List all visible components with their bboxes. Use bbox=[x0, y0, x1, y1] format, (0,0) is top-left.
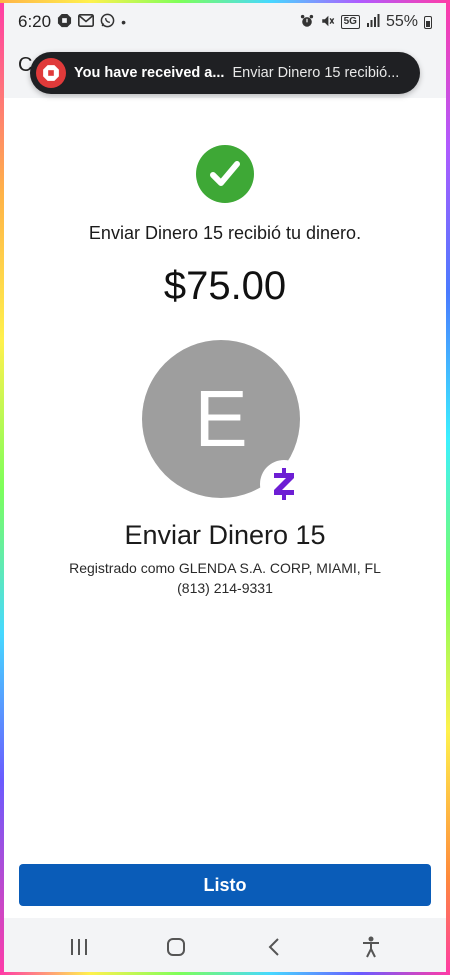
status-right: 5G 55% bbox=[300, 13, 432, 31]
alarm-icon bbox=[300, 14, 314, 31]
battery-icon bbox=[424, 15, 432, 29]
notification-toast[interactable]: You have received a... Enviar Dinero 15 … bbox=[30, 52, 420, 94]
edge-lighting-top bbox=[0, 0, 450, 3]
status-left: 6:20 • bbox=[18, 12, 126, 32]
chase-octagon-icon bbox=[36, 58, 66, 88]
edge-lighting-left bbox=[0, 0, 4, 975]
back-icon[interactable] bbox=[254, 927, 294, 967]
done-button[interactable]: Listo bbox=[19, 864, 431, 906]
registered-as: Registrado como GLENDA S.A. CORP, MIAMI,… bbox=[69, 560, 381, 576]
confirmation-message: Enviar Dinero 15 recibió tu dinero. bbox=[88, 223, 362, 243]
network-5g-icon: 5G bbox=[340, 15, 360, 29]
whatsapp-icon bbox=[100, 13, 115, 31]
dot-icon: • bbox=[121, 14, 126, 30]
signal-icon bbox=[366, 14, 380, 30]
status-bar: 6:20 • 5G 55% bbox=[0, 0, 450, 44]
navigation-bar bbox=[0, 918, 450, 975]
recipient-name: Enviar Dinero 15 bbox=[124, 520, 326, 550]
recents-icon[interactable] bbox=[59, 927, 99, 967]
status-time: 6:20 bbox=[18, 12, 52, 31]
home-icon[interactable] bbox=[156, 927, 196, 967]
avatar-initial: E bbox=[194, 374, 248, 463]
accessibility-icon[interactable] bbox=[351, 927, 391, 967]
gmail-icon bbox=[78, 14, 95, 30]
payment-amount: $75.00 bbox=[163, 264, 287, 308]
success-check-icon bbox=[196, 145, 254, 203]
mute-icon bbox=[320, 14, 335, 31]
battery-percent: 55% bbox=[385, 13, 418, 30]
chase-status-icon bbox=[57, 13, 72, 31]
recipient-phone: (813) 214-9331 bbox=[177, 580, 273, 596]
notification-title: You have received a... bbox=[74, 65, 225, 81]
edge-lighting-right bbox=[446, 0, 450, 975]
zelle-icon bbox=[260, 460, 308, 508]
notification-body: Enviar Dinero 15 recibió... bbox=[232, 65, 400, 81]
